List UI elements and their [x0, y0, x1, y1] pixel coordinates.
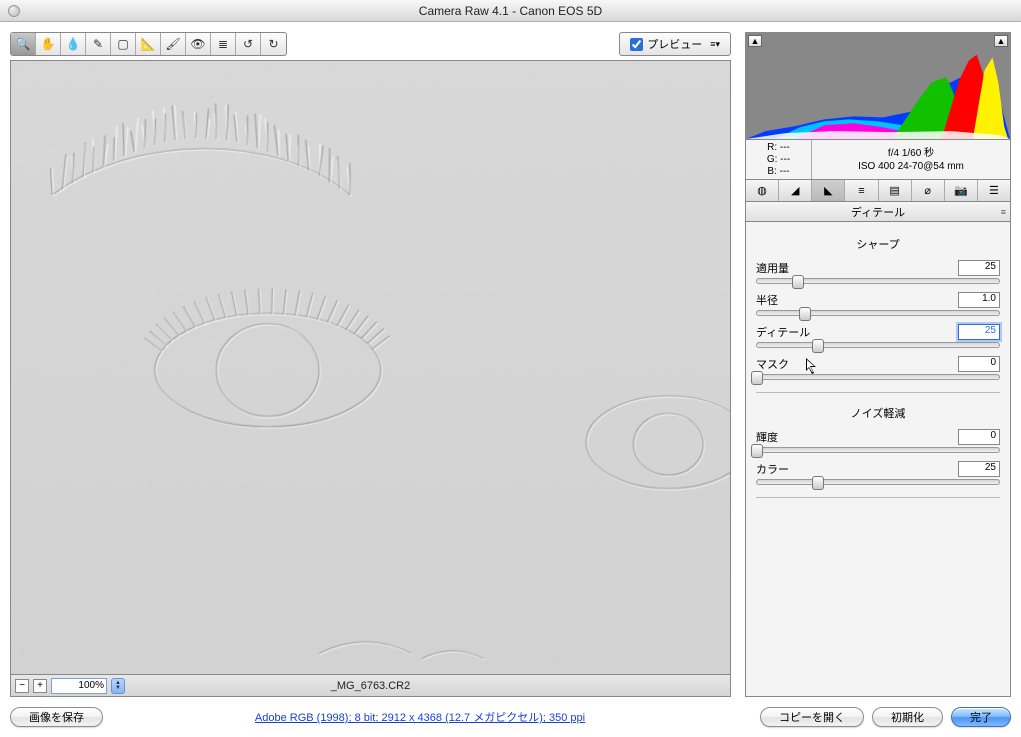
preview-toggle[interactable]: プレビュー ≡▾ [619, 32, 731, 56]
tab-lens[interactable]: ⌀ [912, 180, 945, 201]
slider-amount-label: 適用量 [756, 260, 789, 276]
panel-menu-icon[interactable]: ≡ [1001, 207, 1006, 217]
tool-rotate-cw[interactable]: ↻ [261, 33, 286, 55]
window-title: Camera Raw 4.1 - Canon EOS 5D [419, 4, 602, 18]
slider-luminance-thumb[interactable] [751, 444, 763, 458]
slider-amount: 適用量 25 [756, 260, 1000, 284]
reset-button[interactable]: 初期化 [872, 707, 943, 727]
open-copy-button[interactable]: コピーを開く [760, 707, 864, 727]
workflow-link[interactable]: Adobe RGB (1998); 8 bit; 2912 x 4368 (12… [255, 712, 585, 724]
sharpen-heading: シャープ [756, 236, 1000, 252]
zoom-field[interactable]: 100% [51, 678, 107, 694]
save-button[interactable]: 画像を保存 [10, 707, 103, 727]
readout-r: R: --- [767, 142, 790, 154]
tab-split[interactable]: ▤ [879, 180, 912, 201]
image-footer: − + 100% ▲▼ _MG_6763.CR2 [10, 675, 731, 697]
zoom-out-button[interactable]: − [15, 679, 29, 693]
tool-redeye[interactable]: 👁 [186, 33, 211, 55]
preview-menu-icon[interactable]: ≡▾ [710, 39, 720, 50]
panel-title: ディテール [851, 204, 905, 220]
filename-label: _MG_6763.CR2 [331, 680, 411, 692]
slider-mask: マスク 0 [756, 356, 1000, 380]
slider-radius-value[interactable]: 1.0 [958, 292, 1000, 308]
slider-amount-track[interactable] [756, 278, 1000, 284]
slider-mask-value[interactable]: 0 [958, 356, 1000, 372]
detail-panel: シャープ 適用量 25 半径 1.0 ディテール 25 マスク 0 ノイズ軽減 輝度 0 カラー 2… [745, 222, 1011, 697]
exif-line2: ISO 400 24-70@54 mm [858, 160, 964, 173]
slider-amount-value[interactable]: 25 [958, 260, 1000, 276]
slider-color: カラー 25 [756, 461, 1000, 485]
image-preview[interactable] [10, 60, 731, 675]
slider-color-thumb[interactable] [812, 476, 824, 490]
tool-crop[interactable]: ▢ [111, 33, 136, 55]
slider-detail-value[interactable]: 25 [958, 324, 1000, 340]
tool-group: 🔍✋💧✎▢📐🖌👁≣↺↻ [10, 32, 287, 56]
panel-title-bar: ディテール ≡ [745, 202, 1011, 222]
noise-heading: ノイズ軽減 [756, 405, 1000, 421]
zoom-stepper[interactable]: ▲▼ [111, 678, 125, 694]
preview-label: プレビュー [647, 36, 702, 52]
tool-wb[interactable]: 💧 [61, 33, 86, 55]
done-button[interactable]: 完了 [951, 707, 1011, 727]
tab-cal[interactable]: 📷 [945, 180, 978, 201]
tool-rotate-ccw[interactable]: ↺ [236, 33, 261, 55]
slider-luminance-track[interactable] [756, 447, 1000, 453]
slider-radius: 半径 1.0 [756, 292, 1000, 316]
slider-luminance-label: 輝度 [756, 429, 778, 445]
slider-detail-label: ディテール [756, 324, 810, 340]
slider-color-label: カラー [756, 461, 789, 477]
tab-curve[interactable]: ◢ [779, 180, 812, 201]
slider-radius-label: 半径 [756, 292, 778, 308]
slider-detail-thumb[interactable] [812, 339, 824, 353]
slider-radius-track[interactable] [756, 310, 1000, 316]
tab-basic[interactable]: ◍ [746, 180, 779, 201]
slider-color-value[interactable]: 25 [958, 461, 1000, 477]
exif-line1: f/4 1/60 秒 [888, 147, 934, 160]
slider-luminance: 輝度 0 [756, 429, 1000, 453]
slider-detail: ディテール 25 [756, 324, 1000, 348]
tool-sampler[interactable]: ✎ [86, 33, 111, 55]
slider-mask-label: マスク [756, 356, 789, 372]
readout-g: G: --- [767, 154, 790, 166]
readout-b: B: --- [767, 166, 789, 178]
close-window[interactable] [8, 5, 20, 17]
zoom-in-button[interactable]: + [33, 679, 47, 693]
slider-radius-thumb[interactable] [799, 307, 811, 321]
tool-zoom[interactable]: 🔍 [11, 33, 36, 55]
exif-readout: R: --- G: --- B: --- f/4 1/60 秒 ISO 400 … [745, 140, 1011, 180]
tool-prefs[interactable]: ≣ [211, 33, 236, 55]
slider-color-track[interactable] [756, 479, 1000, 485]
slider-amount-thumb[interactable] [792, 275, 804, 289]
tool-hand[interactable]: ✋ [36, 33, 61, 55]
slider-luminance-value[interactable]: 0 [958, 429, 1000, 445]
tool-straighten[interactable]: 📐 [136, 33, 161, 55]
preview-checkbox[interactable] [630, 38, 643, 51]
tab-preset[interactable]: ☰ [978, 180, 1010, 201]
slider-mask-track[interactable] [756, 374, 1000, 380]
tool-retouch[interactable]: 🖌 [161, 33, 186, 55]
tab-hsl[interactable]: ≡ [845, 180, 878, 201]
slider-mask-thumb[interactable] [751, 371, 763, 385]
shadow-clip-icon[interactable]: ▲ [748, 35, 762, 47]
tab-strip: ◍◢◣≡▤⌀📷☰ [745, 180, 1011, 202]
histogram: ▲ ▲ [745, 32, 1011, 140]
highlight-clip-icon[interactable]: ▲ [994, 35, 1008, 47]
slider-detail-track[interactable] [756, 342, 1000, 348]
tab-detail[interactable]: ◣ [812, 180, 845, 201]
